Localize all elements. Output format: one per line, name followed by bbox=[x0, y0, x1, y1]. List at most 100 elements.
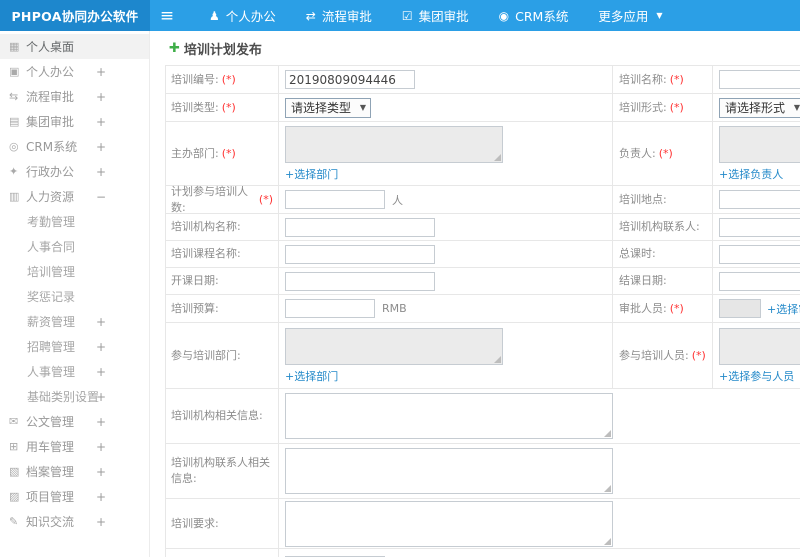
expand-plus-icon[interactable]: + bbox=[96, 365, 106, 379]
nav-personal-office[interactable]: ♟ 个人办公 bbox=[194, 0, 291, 31]
select-join-people-link[interactable]: +选择参与人员 bbox=[719, 368, 794, 384]
person-icon: ♟ bbox=[209, 8, 220, 23]
nav-crm-system[interactable]: ◉ CRM系统 bbox=[484, 0, 584, 31]
label-cell: 培训地点: bbox=[613, 186, 713, 214]
sidebar-item-archive-management[interactable]: ▧ 档案管理 + bbox=[0, 459, 149, 484]
org-contact-input[interactable] bbox=[719, 217, 800, 237]
project-icon: ▨ bbox=[9, 490, 20, 503]
approver-input[interactable] bbox=[719, 299, 761, 318]
sidebar-item-label: 个人桌面 bbox=[26, 40, 75, 54]
expand-plus-icon[interactable]: + bbox=[96, 415, 106, 429]
topbar: PHPOA协同办公软件 ≡ ♟ 个人办公 ⇄ 流程审批 ☑ 集团审批 ◉ CRM… bbox=[0, 0, 800, 31]
nav-workflow-approval[interactable]: ⇄ 流程审批 bbox=[291, 0, 387, 31]
label-cell: 培训机构名称: bbox=[166, 214, 279, 241]
sidebar-item-project-management[interactable]: ▨ 项目管理 + bbox=[0, 484, 149, 509]
sidebar-item-training-management[interactable]: 培训管理 bbox=[0, 259, 149, 284]
expand-plus-icon[interactable]: + bbox=[96, 65, 106, 79]
label-cell: 审批人员: (*) bbox=[613, 295, 713, 323]
expand-plus-icon[interactable]: + bbox=[96, 515, 106, 529]
field-cell bbox=[279, 499, 800, 549]
field-label: 计划参与培训人数: bbox=[171, 184, 248, 214]
leader-textarea[interactable] bbox=[719, 125, 800, 163]
training-name-input[interactable] bbox=[719, 70, 800, 89]
location-input[interactable] bbox=[719, 190, 800, 209]
select-department-link[interactable]: +选择部门 bbox=[285, 166, 338, 182]
chevron-down-icon: ▼ bbox=[359, 103, 366, 112]
office-icon: ▣ bbox=[9, 65, 20, 78]
field-cell bbox=[279, 444, 800, 499]
field-cell bbox=[713, 186, 800, 214]
nav-group-approval[interactable]: ☑ 集团审批 bbox=[387, 0, 484, 31]
select-join-department-link[interactable]: +选择部门 bbox=[285, 368, 338, 384]
expand-plus-icon[interactable]: + bbox=[96, 465, 106, 479]
sidebar-item-personnel-management[interactable]: 人事管理 + bbox=[0, 359, 149, 384]
chevron-down-icon: ▼ bbox=[656, 11, 663, 20]
required-mark: (*) bbox=[669, 101, 684, 114]
sidebar: ▦ 个人桌面 ▣ 个人办公 + ⇆ 流程审批 + ▤ 集团审批 + ◎ CRM系… bbox=[0, 31, 150, 557]
nav-more-apps[interactable]: 更多应用 ▼ bbox=[583, 0, 677, 31]
sidebar-item-label: 知识交流 bbox=[26, 515, 75, 529]
sidebar-item-knowledge-exchange[interactable]: ✎ 知识交流 + bbox=[0, 509, 149, 534]
field-label: 开课日期: bbox=[171, 274, 219, 288]
sidebar-item-crm-system[interactable]: ◎ CRM系统 + bbox=[0, 134, 149, 159]
expand-plus-icon[interactable]: + bbox=[96, 390, 106, 404]
sidebar-item-label: 薪资管理 bbox=[27, 315, 76, 329]
expand-plus-icon[interactable]: + bbox=[96, 340, 106, 354]
field-cell: +选择负责人 bbox=[713, 122, 800, 186]
org-name-input[interactable] bbox=[285, 217, 435, 237]
expand-plus-icon[interactable]: + bbox=[96, 90, 106, 104]
start-date-input[interactable] bbox=[285, 271, 435, 291]
field-label: 培训要求: bbox=[171, 516, 219, 530]
expand-plus-icon[interactable]: + bbox=[96, 315, 106, 329]
total-hours-input[interactable] bbox=[719, 244, 800, 264]
field-cell: 人 bbox=[279, 186, 613, 214]
expand-plus-icon[interactable]: + bbox=[96, 165, 106, 179]
sidebar-item-attendance-management[interactable]: 考勤管理 bbox=[0, 209, 149, 234]
sidebar-item-group-approval[interactable]: ▤ 集团审批 + bbox=[0, 109, 149, 134]
host-department-textarea[interactable] bbox=[285, 125, 503, 163]
org-info-textarea[interactable] bbox=[285, 393, 613, 439]
end-date-input[interactable] bbox=[719, 271, 800, 291]
sidebar-item-label: 集团审批 bbox=[26, 115, 75, 129]
org-contact-info-textarea[interactable] bbox=[285, 448, 613, 494]
sidebar-item-label: 奖惩记录 bbox=[27, 290, 76, 304]
sidebar-item-personal-office[interactable]: ▣ 个人办公 + bbox=[0, 59, 149, 84]
sidebar-item-document-management[interactable]: ✉ 公文管理 + bbox=[0, 409, 149, 434]
sidebar-item-human-resources[interactable]: ▥ 人力资源 − bbox=[0, 184, 149, 209]
sidebar-item-personal-desktop[interactable]: ▦ 个人桌面 bbox=[0, 34, 149, 59]
join-people-textarea[interactable] bbox=[719, 327, 800, 365]
select-leader-link[interactable]: +选择负责人 bbox=[719, 166, 783, 182]
sidebar-item-base-category-settings[interactable]: 基础类别设置 + bbox=[0, 384, 149, 409]
training-mode-select[interactable]: 请选择形式 ▼ bbox=[719, 97, 800, 118]
sidebar-item-recruitment-management[interactable]: 招聘管理 + bbox=[0, 334, 149, 359]
label-cell: 培训预算: bbox=[166, 295, 279, 323]
budget-input[interactable] bbox=[285, 299, 375, 318]
select-approver-link[interactable]: +选择审批人员 bbox=[767, 301, 800, 317]
expand-plus-icon[interactable]: + bbox=[96, 440, 106, 454]
field-cell bbox=[279, 389, 800, 444]
sidebar-item-vehicle-management[interactable]: ⊞ 用车管理 + bbox=[0, 434, 149, 459]
planned-count-input[interactable] bbox=[285, 190, 385, 209]
sidebar-item-hr-contract[interactable]: 人事合同 bbox=[0, 234, 149, 259]
course-name-input[interactable] bbox=[285, 244, 435, 264]
field-label: 负责人: bbox=[619, 146, 656, 160]
sidebar-item-admin-office[interactable]: ✦ 行政办公 + bbox=[0, 159, 149, 184]
unit-label: 人 bbox=[392, 193, 403, 207]
flow-icon: ⇄ bbox=[305, 8, 316, 23]
sidebar-item-workflow-approval[interactable]: ⇆ 流程审批 + bbox=[0, 84, 149, 109]
form-row: 培训课程名称: 总课时: bbox=[166, 241, 800, 268]
menu-toggle-icon[interactable]: ≡ bbox=[150, 0, 184, 31]
expand-plus-icon[interactable]: + bbox=[96, 115, 106, 129]
training-type-select[interactable]: 请选择类型 ▼ bbox=[285, 97, 371, 118]
field-label: 培训课程名称: bbox=[171, 247, 241, 261]
form-row: 培训机构联系人相关信息: bbox=[166, 444, 800, 499]
collapse-minus-icon[interactable]: − bbox=[96, 190, 106, 204]
field-label: 参与培训部门: bbox=[171, 348, 241, 362]
expand-plus-icon[interactable]: + bbox=[96, 490, 106, 504]
sidebar-item-reward-punishment[interactable]: 奖惩记录 bbox=[0, 284, 149, 309]
join-department-textarea[interactable] bbox=[285, 327, 503, 365]
sidebar-item-salary-management[interactable]: 薪资管理 + bbox=[0, 309, 149, 334]
expand-plus-icon[interactable]: + bbox=[96, 140, 106, 154]
requirements-textarea[interactable] bbox=[285, 500, 613, 547]
training-number-input[interactable] bbox=[285, 70, 415, 89]
